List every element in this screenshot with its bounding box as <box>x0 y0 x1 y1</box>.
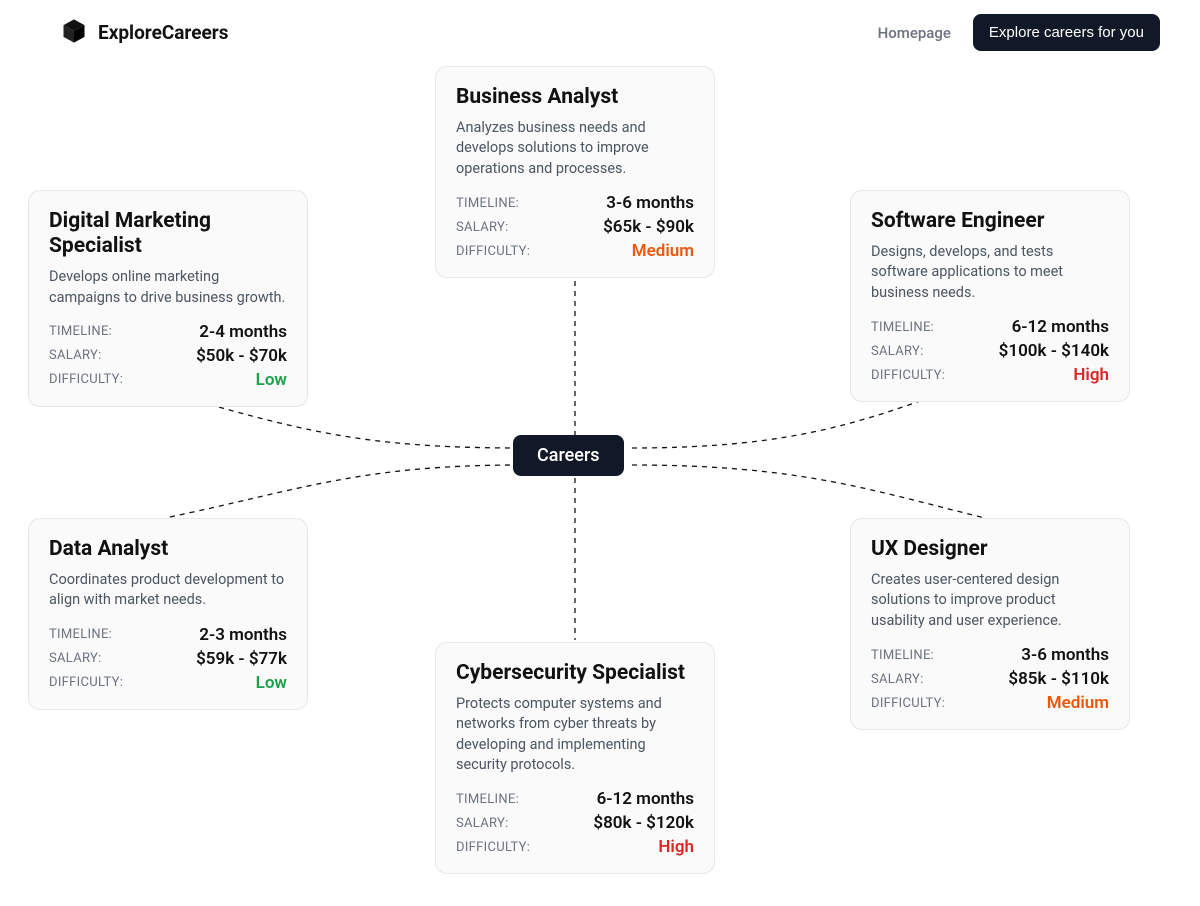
card-title: Data Analyst <box>49 537 287 562</box>
stat-salary: $59k - $77k <box>196 649 287 669</box>
stat-label-timeline: TIMELINE: <box>456 792 519 807</box>
explore-careers-button[interactable]: Explore careers for you <box>973 14 1160 51</box>
brand-name: ExploreCareers <box>98 21 228 44</box>
stat-difficulty: Medium <box>1047 693 1109 713</box>
stat-salary: $50k - $70k <box>196 346 287 366</box>
stat-salary: $85k - $110k <box>1008 669 1109 689</box>
card-business-analyst[interactable]: Business Analyst Analyzes business needs… <box>435 66 715 278</box>
stat-label-difficulty: DIFFICULTY: <box>456 840 530 855</box>
card-desc: Develops online marketing campaigns to d… <box>49 267 287 308</box>
stat-label-difficulty: DIFFICULTY: <box>871 696 945 711</box>
hub-careers[interactable]: Careers <box>513 435 624 476</box>
stat-timeline: 3-6 months <box>606 193 694 213</box>
stat-salary: $65k - $90k <box>603 217 694 237</box>
stat-label-difficulty: DIFFICULTY: <box>456 244 530 259</box>
stat-label-salary: SALARY: <box>871 344 924 359</box>
card-cybersecurity[interactable]: Cybersecurity Specialist Protects comput… <box>435 642 715 874</box>
card-desc: Creates user-centered design solutions t… <box>871 570 1109 631</box>
nav: Homepage Explore careers for you <box>878 14 1160 51</box>
stat-label-difficulty: DIFFICULTY: <box>49 675 123 690</box>
card-desc: Designs, develops, and tests software ap… <box>871 242 1109 303</box>
stat-timeline: 6-12 months <box>1012 317 1109 337</box>
card-desc: Protects computer systems and networks f… <box>456 694 694 775</box>
card-digital-marketing[interactable]: Digital Marketing Specialist Develops on… <box>28 190 308 407</box>
stat-label-timeline: TIMELINE: <box>456 196 519 211</box>
stat-timeline: 2-3 months <box>199 625 287 645</box>
card-software-engineer[interactable]: Software Engineer Designs, develops, and… <box>850 190 1130 402</box>
stat-label-timeline: TIMELINE: <box>871 320 934 335</box>
card-title: UX Designer <box>871 537 1109 562</box>
stat-label-salary: SALARY: <box>456 816 509 831</box>
stat-label-salary: SALARY: <box>871 672 924 687</box>
stat-label-timeline: TIMELINE: <box>49 324 112 339</box>
stat-label-timeline: TIMELINE: <box>49 627 112 642</box>
stat-label-difficulty: DIFFICULTY: <box>871 368 945 383</box>
stat-timeline: 3-6 months <box>1021 645 1109 665</box>
card-desc: Coordinates product development to align… <box>49 570 287 611</box>
card-title: Business Analyst <box>456 85 694 110</box>
stat-label-timeline: TIMELINE: <box>871 648 934 663</box>
stat-difficulty: Medium <box>632 241 694 261</box>
stat-salary: $80k - $120k <box>593 813 694 833</box>
card-title: Cybersecurity Specialist <box>456 661 694 686</box>
stat-salary: $100k - $140k <box>999 341 1109 361</box>
nav-homepage[interactable]: Homepage <box>878 24 951 42</box>
card-data-analyst[interactable]: Data Analyst Coordinates product develop… <box>28 518 308 710</box>
stat-difficulty: Low <box>256 370 287 390</box>
stat-timeline: 2-4 months <box>199 322 287 342</box>
stat-difficulty: Low <box>256 673 287 693</box>
stat-label-salary: SALARY: <box>49 651 102 666</box>
stat-label-salary: SALARY: <box>456 220 509 235</box>
cube-icon <box>60 17 88 49</box>
stat-label-salary: SALARY: <box>49 348 102 363</box>
header: ExploreCareers Homepage Explore careers … <box>0 0 1200 51</box>
stat-difficulty: High <box>1073 365 1109 385</box>
card-ux-designer[interactable]: UX Designer Creates user-centered design… <box>850 518 1130 730</box>
stat-timeline: 6-12 months <box>597 789 694 809</box>
card-title: Software Engineer <box>871 209 1109 234</box>
brand[interactable]: ExploreCareers <box>60 17 228 49</box>
stat-label-difficulty: DIFFICULTY: <box>49 372 123 387</box>
card-title: Digital Marketing Specialist <box>49 209 287 259</box>
card-desc: Analyzes business needs and develops sol… <box>456 118 694 179</box>
stat-difficulty: High <box>658 837 694 857</box>
